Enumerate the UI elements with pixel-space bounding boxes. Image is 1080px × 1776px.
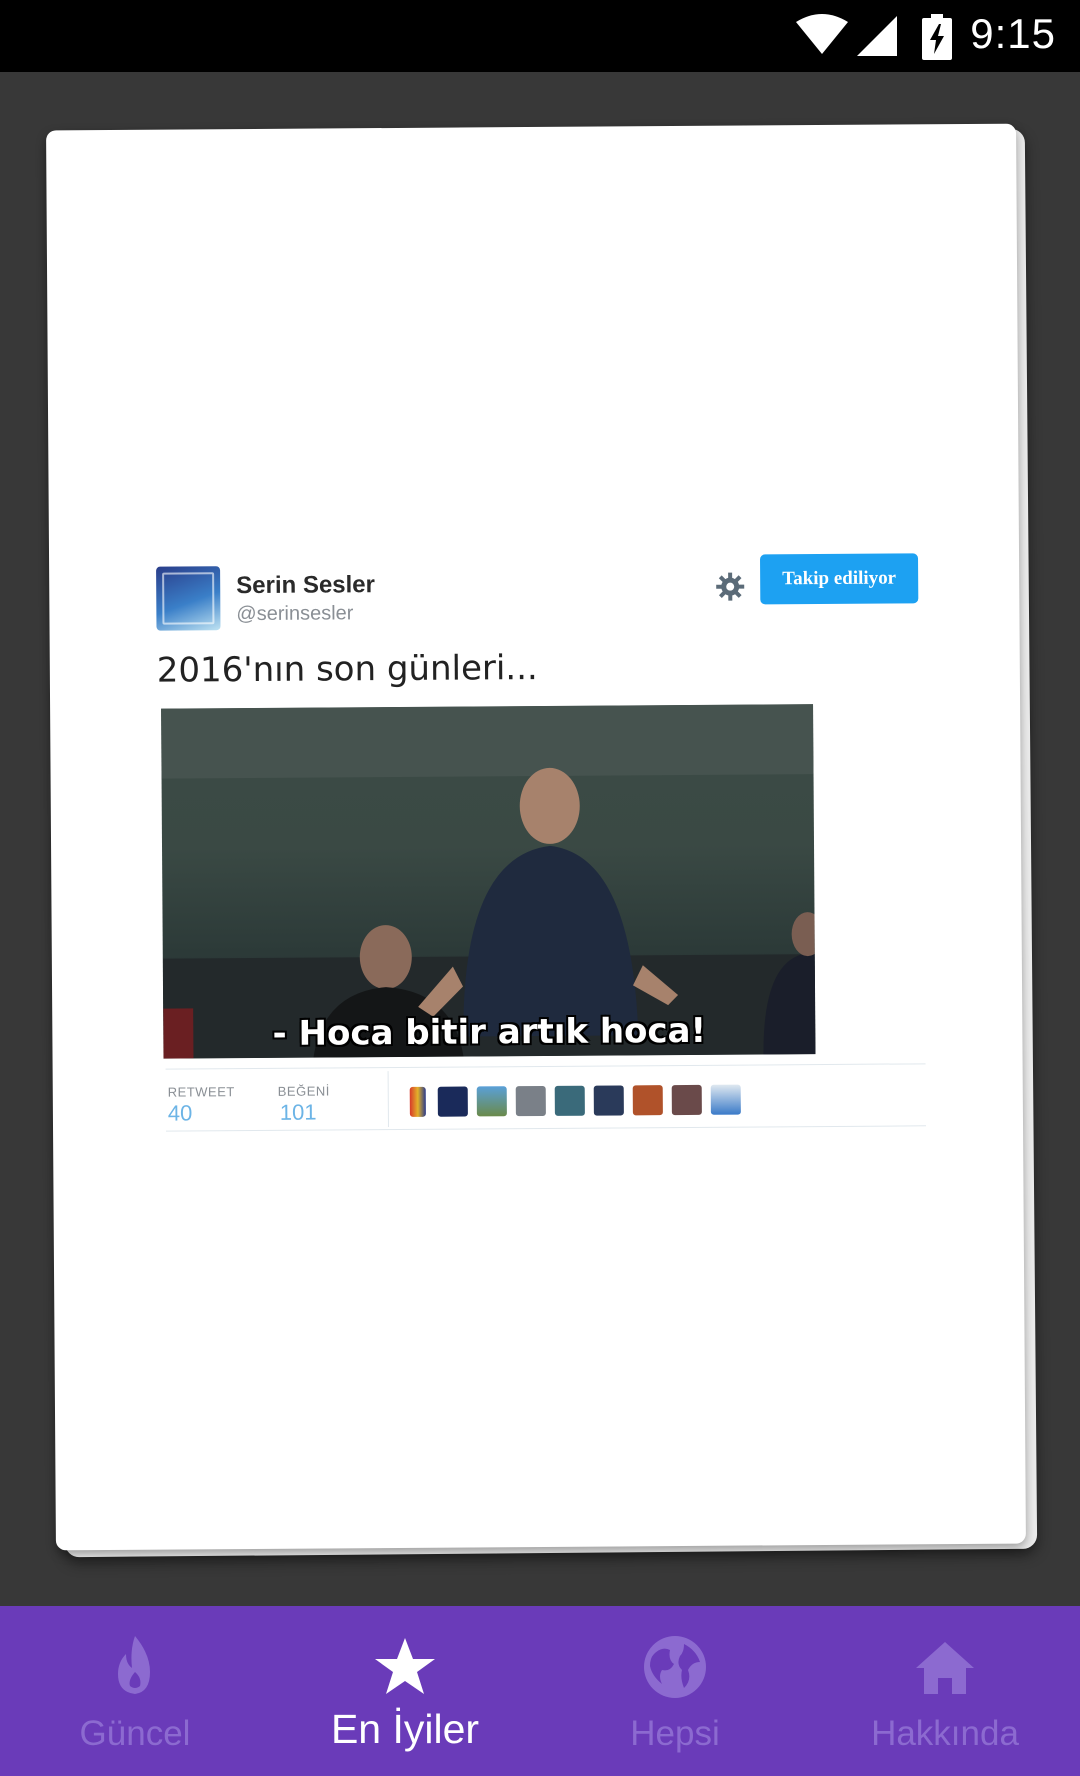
nav-label: Hepsi: [630, 1714, 720, 1753]
nav-label: En İyiler: [330, 1706, 480, 1752]
clock: 9:15: [970, 10, 1056, 57]
liker-avatar[interactable]: [671, 1084, 702, 1116]
gear-icon[interactable]: [714, 571, 746, 603]
avatar-image: [162, 572, 215, 625]
user-name[interactable]: Serin Sesler: [236, 571, 375, 600]
divider: [387, 1071, 389, 1128]
nav-item-en-iyiler[interactable]: En İyiler: [270, 1606, 540, 1776]
bottom-navigation: Güncel En İyiler Hepsi Hakkında: [0, 1606, 1080, 1776]
media-caption: - Hoca bitir artık hoca!: [272, 1010, 707, 1054]
liker-avatar[interactable]: [593, 1085, 624, 1116]
liker-avatar[interactable]: [554, 1085, 585, 1116]
like-label: BEĞENİ: [277, 1083, 330, 1099]
liker-avatar[interactable]: [632, 1085, 663, 1116]
tweet-text: 2016'nın son günleri...: [156, 648, 538, 691]
nav-label: Güncel: [79, 1714, 191, 1753]
avatar[interactable]: [156, 566, 221, 631]
wifi-icon: [796, 14, 848, 54]
star-icon: [375, 1638, 435, 1694]
retweet-count[interactable]: 40: [168, 1100, 193, 1126]
battery-charging-icon: [922, 14, 952, 60]
divider: [165, 1063, 926, 1070]
tweet-media[interactable]: - Hoca bitir artık hoca!: [161, 704, 816, 1059]
status-bar: 9:15: [0, 0, 1080, 72]
liker-avatar[interactable]: [515, 1085, 546, 1117]
media-photo: [161, 704, 816, 1059]
nav-item-hepsi[interactable]: Hepsi: [540, 1606, 810, 1776]
like-count[interactable]: 101: [280, 1100, 317, 1126]
liker-avatar[interactable]: [476, 1086, 507, 1117]
liker-avatar[interactable]: [409, 1086, 426, 1117]
signal-icon: [857, 16, 897, 56]
home-icon: [916, 1642, 974, 1694]
nav-item-guncel[interactable]: Güncel: [0, 1606, 270, 1776]
globe-icon: [644, 1636, 706, 1698]
flame-icon: [118, 1636, 150, 1694]
nav-label: Hakkında: [871, 1714, 1019, 1753]
liker-avatar[interactable]: [710, 1084, 741, 1115]
following-button[interactable]: Takip ediliyor: [759, 553, 919, 605]
divider: [165, 1125, 926, 1132]
liker-avatar[interactable]: [437, 1086, 468, 1117]
retweet-label: RETWEET: [167, 1084, 235, 1100]
user-handle[interactable]: @serinsesler: [236, 602, 353, 626]
tweet[interactable]: Serin Sesler @serinsesler Takip ediliyor…: [148, 545, 932, 1140]
nav-item-hakkinda[interactable]: Hakkında: [810, 1606, 1080, 1776]
